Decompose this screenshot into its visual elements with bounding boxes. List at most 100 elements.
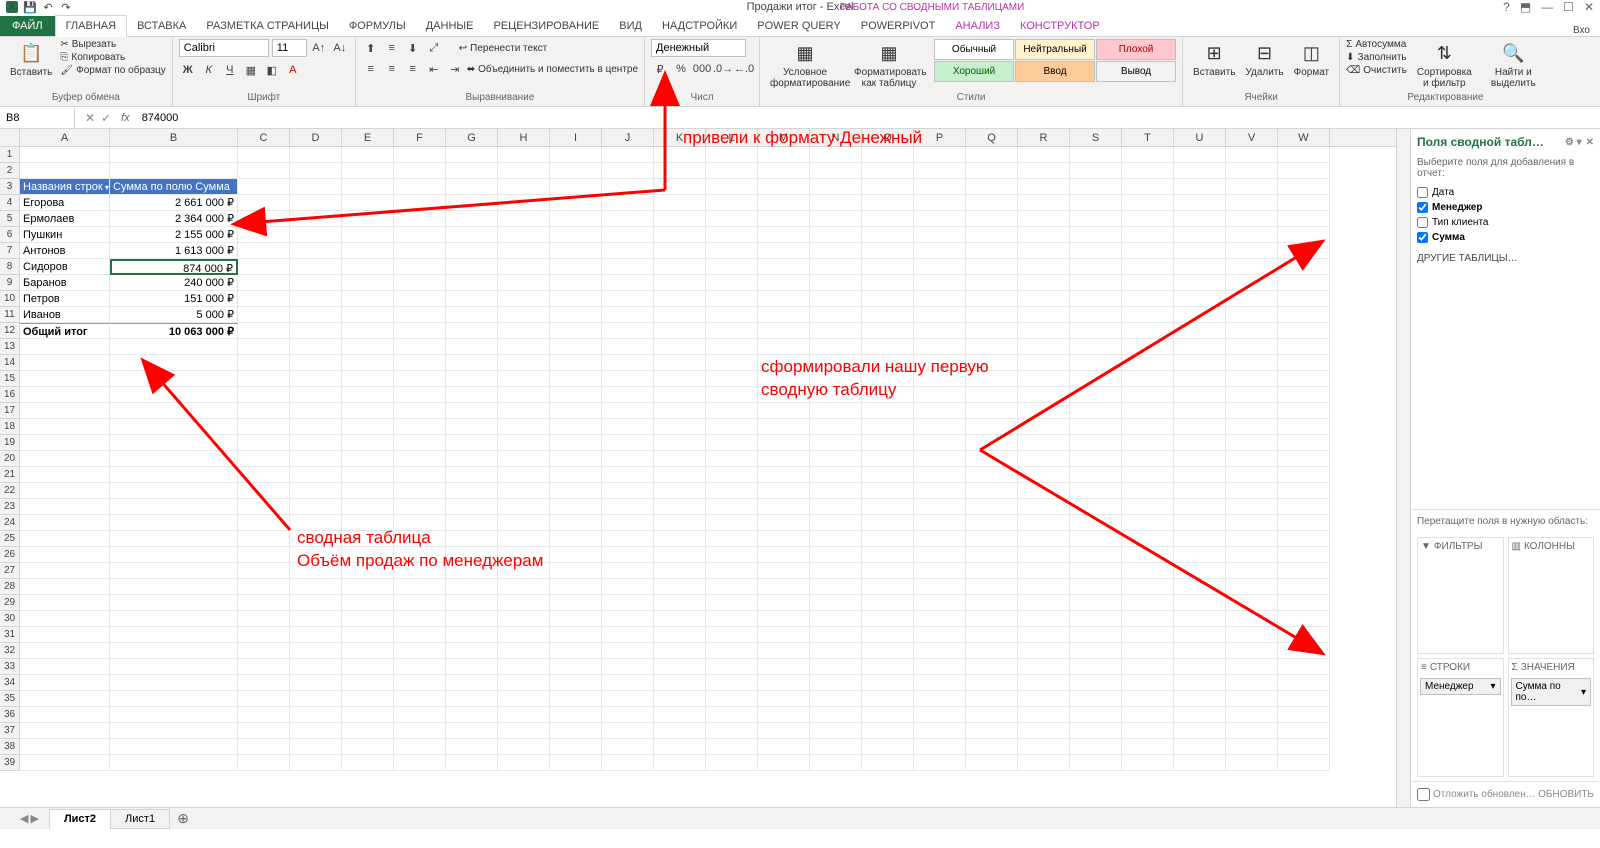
cell[interactable] (654, 531, 706, 547)
cell[interactable] (1174, 211, 1226, 227)
cell[interactable] (394, 675, 446, 691)
cell[interactable] (446, 179, 498, 195)
cell[interactable] (654, 211, 706, 227)
cell[interactable] (342, 179, 394, 195)
cell[interactable] (342, 211, 394, 227)
cell[interactable] (1070, 483, 1122, 499)
cell[interactable] (706, 563, 758, 579)
cell[interactable] (498, 275, 550, 291)
cell[interactable] (342, 227, 394, 243)
cell[interactable] (914, 243, 966, 259)
cell[interactable] (446, 611, 498, 627)
cell[interactable] (1226, 307, 1278, 323)
cell[interactable] (394, 627, 446, 643)
cell[interactable] (706, 739, 758, 755)
cell[interactable] (1226, 451, 1278, 467)
cell[interactable] (862, 259, 914, 275)
cell[interactable] (394, 531, 446, 547)
cell[interactable] (446, 307, 498, 323)
cell[interactable] (498, 403, 550, 419)
cell[interactable] (1122, 259, 1174, 275)
cell[interactable] (810, 227, 862, 243)
cell[interactable] (498, 483, 550, 499)
cell[interactable] (862, 195, 914, 211)
cell[interactable] (20, 707, 110, 723)
cell[interactable] (1226, 595, 1278, 611)
cell[interactable] (1122, 243, 1174, 259)
cell[interactable] (1070, 323, 1122, 339)
cell[interactable] (758, 307, 810, 323)
cell[interactable] (706, 403, 758, 419)
cell[interactable] (758, 211, 810, 227)
cell[interactable] (342, 403, 394, 419)
cell[interactable] (110, 403, 238, 419)
cell[interactable] (20, 499, 110, 515)
cell[interactable] (1174, 403, 1226, 419)
cell[interactable] (342, 627, 394, 643)
cell[interactable] (110, 467, 238, 483)
cell[interactable] (1070, 579, 1122, 595)
cell[interactable] (550, 307, 602, 323)
col-header-R[interactable]: R (1018, 129, 1070, 146)
cell[interactable] (238, 435, 290, 451)
align-bottom-icon[interactable]: ⬇ (404, 39, 422, 57)
align-left-icon[interactable]: ≡ (362, 60, 380, 78)
cell[interactable] (1070, 339, 1122, 355)
row-header[interactable]: 12 (0, 323, 19, 339)
cell[interactable] (966, 595, 1018, 611)
cell[interactable] (290, 755, 342, 771)
cell[interactable] (1122, 163, 1174, 179)
cell[interactable] (446, 483, 498, 499)
cell[interactable] (1070, 227, 1122, 243)
cell[interactable] (238, 707, 290, 723)
cell[interactable] (654, 419, 706, 435)
cell[interactable] (290, 243, 342, 259)
cell[interactable] (1122, 595, 1174, 611)
cell[interactable] (758, 339, 810, 355)
cell[interactable] (758, 611, 810, 627)
cell[interactable] (498, 723, 550, 739)
cell[interactable] (498, 691, 550, 707)
cell[interactable] (862, 467, 914, 483)
cell[interactable]: 1 613 000 ₽ (110, 243, 238, 259)
cell[interactable] (20, 339, 110, 355)
cell[interactable] (810, 723, 862, 739)
cell[interactable] (810, 195, 862, 211)
cell[interactable] (654, 163, 706, 179)
cell[interactable] (706, 755, 758, 771)
cell[interactable] (758, 387, 810, 403)
cell[interactable] (758, 739, 810, 755)
row-header[interactable]: 27 (0, 563, 19, 579)
cell[interactable] (550, 323, 602, 339)
col-header-E[interactable]: E (342, 129, 394, 146)
cell[interactable] (1070, 291, 1122, 307)
cell[interactable] (342, 723, 394, 739)
cell[interactable] (914, 227, 966, 243)
cell[interactable] (706, 227, 758, 243)
cell[interactable] (446, 435, 498, 451)
cell[interactable] (1278, 387, 1330, 403)
cell[interactable] (602, 467, 654, 483)
cell[interactable] (1278, 563, 1330, 579)
cell[interactable] (1174, 755, 1226, 771)
cell[interactable] (1122, 291, 1174, 307)
cell[interactable] (966, 323, 1018, 339)
cell[interactable] (654, 547, 706, 563)
undo-icon[interactable]: ↶ (42, 1, 54, 13)
cell[interactable] (706, 499, 758, 515)
cell[interactable] (1070, 355, 1122, 371)
cell[interactable] (550, 435, 602, 451)
cell[interactable] (602, 659, 654, 675)
cell[interactable] (602, 339, 654, 355)
format-table-button[interactable]: ▦Форматировать как таблицу (850, 39, 928, 91)
cell[interactable] (602, 323, 654, 339)
cell[interactable] (110, 147, 238, 163)
cell[interactable] (758, 403, 810, 419)
copy-button[interactable]: ⎘Копировать (60, 52, 165, 63)
cell[interactable] (1226, 355, 1278, 371)
cell[interactable] (1226, 467, 1278, 483)
cell[interactable] (1226, 163, 1278, 179)
cell[interactable] (914, 531, 966, 547)
cell[interactable] (654, 179, 706, 195)
cell[interactable] (1122, 387, 1174, 403)
